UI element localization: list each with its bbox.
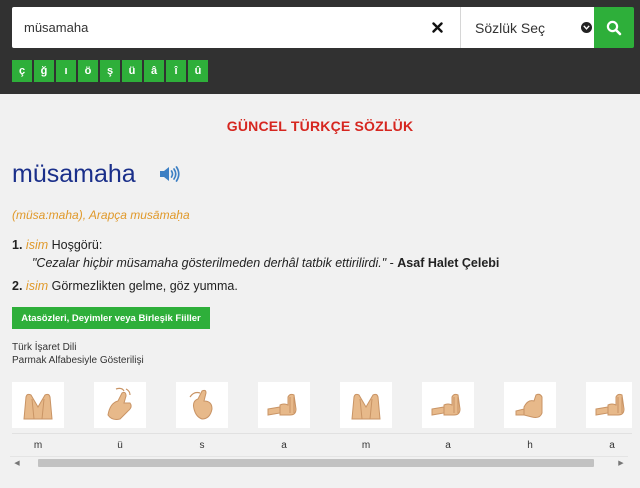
- hand-sign-m-icon: [23, 393, 53, 420]
- example-quote: "Cezalar hiçbir müsamaha gösterilmeden d…: [32, 256, 387, 270]
- sign-letter: s: [199, 440, 205, 451]
- sign-image-a: [586, 382, 632, 428]
- top-bar: Sözlük Seç ç ğ ı ö ş ü â î û: [0, 0, 640, 94]
- sign-image-u: [94, 382, 146, 428]
- dictionary-select-value: Sözlük Seç: [475, 19, 546, 36]
- scroll-left-arrow-icon[interactable]: ◀: [12, 459, 22, 467]
- sign-language-title: Türk İşaret Dili: [12, 342, 77, 353]
- sign-letter: m: [361, 440, 371, 451]
- example-separator: -: [386, 256, 398, 270]
- sign-letter: a: [609, 440, 615, 451]
- meaning-1: 1. isim Hoşgörü:: [12, 238, 102, 252]
- horizontal-scrollbar[interactable]: ◀ ▶: [10, 456, 628, 468]
- idioms-button[interactable]: Atasözleri, Deyimler veya Birleşik Fiill…: [12, 307, 210, 329]
- meaning-text: Görmezlikten gelme, göz yumma.: [51, 279, 238, 293]
- char-button-s-cedilla[interactable]: ş: [100, 60, 120, 82]
- meaning-1-example: "Cezalar hiçbir müsamaha gösterilmeden d…: [32, 256, 499, 270]
- char-button-a-circumflex[interactable]: â: [144, 60, 164, 82]
- sign-letter: a: [281, 440, 287, 451]
- char-button-g-breve[interactable]: ğ: [34, 60, 54, 82]
- char-button-dotless-i[interactable]: ı: [56, 60, 76, 82]
- sign-letter: a: [445, 440, 451, 451]
- hand-sign-a-icon: [595, 393, 625, 416]
- sign-image-a: [258, 382, 310, 428]
- search-input[interactable]: [24, 7, 414, 48]
- char-button-u-circumflex[interactable]: û: [188, 60, 208, 82]
- headword: müsamaha: [12, 160, 136, 188]
- sign-language-subtitle: Parmak Alfabesiyle Gösterilişi: [12, 355, 144, 366]
- hand-sign-a-icon: [267, 393, 297, 416]
- sign-letter: ü: [117, 440, 123, 451]
- close-icon: [431, 22, 443, 33]
- dictionary-select[interactable]: Sözlük Seç: [461, 7, 602, 48]
- scroll-right-arrow-icon[interactable]: ▶: [616, 459, 626, 467]
- scrollbar-thumb[interactable]: [38, 459, 594, 467]
- meaning-text: Hoşgörü:: [51, 238, 103, 252]
- char-button-o-umlaut[interactable]: ö: [78, 60, 98, 82]
- meaning-number: 2.: [12, 279, 23, 293]
- char-button-c-cedilla[interactable]: ç: [12, 60, 32, 82]
- search-box: [12, 7, 460, 48]
- dictionary-title: GÜNCEL TÜRKÇE SÖZLÜK: [226, 118, 414, 134]
- sign-image-h: [504, 382, 556, 428]
- meaning-type: isim: [25, 238, 49, 252]
- search-button[interactable]: [594, 7, 634, 48]
- chevron-down-icon: [581, 22, 592, 33]
- example-author: Asaf Halet Çelebi: [397, 256, 500, 270]
- sign-image-strip: [12, 382, 632, 428]
- sign-letter: h: [527, 440, 533, 451]
- sign-image-m: [12, 382, 64, 428]
- sign-image-m: [340, 382, 392, 428]
- hand-sign-a-icon: [431, 393, 461, 416]
- char-button-i-circumflex[interactable]: î: [166, 60, 186, 82]
- hand-sign-u-icon: [107, 387, 132, 420]
- speaker-icon[interactable]: [158, 165, 180, 183]
- hand-sign-m-icon: [351, 393, 381, 420]
- meaning-type: isim: [25, 279, 49, 293]
- sign-image-a: [422, 382, 474, 428]
- char-button-u-umlaut[interactable]: ü: [122, 60, 142, 82]
- etymology: (müsa:maha), Arapça musāmaḥa: [12, 208, 190, 222]
- sign-letter: m: [33, 440, 43, 451]
- hand-sign-s-icon: [189, 389, 213, 420]
- clear-search-button[interactable]: [422, 7, 452, 48]
- hand-sign-h-icon: [515, 393, 543, 418]
- sign-letter-row: m ü s a m a h a: [12, 433, 632, 453]
- sign-image-s: [176, 382, 228, 428]
- meaning-2: 2. isim Görmezlikten gelme, göz yumma.: [12, 279, 238, 293]
- special-char-bar: ç ğ ı ö ş ü â î û: [12, 60, 208, 82]
- search-icon: [606, 20, 622, 35]
- search-row: Sözlük Seç: [10, 7, 634, 48]
- meaning-number: 1.: [12, 238, 23, 252]
